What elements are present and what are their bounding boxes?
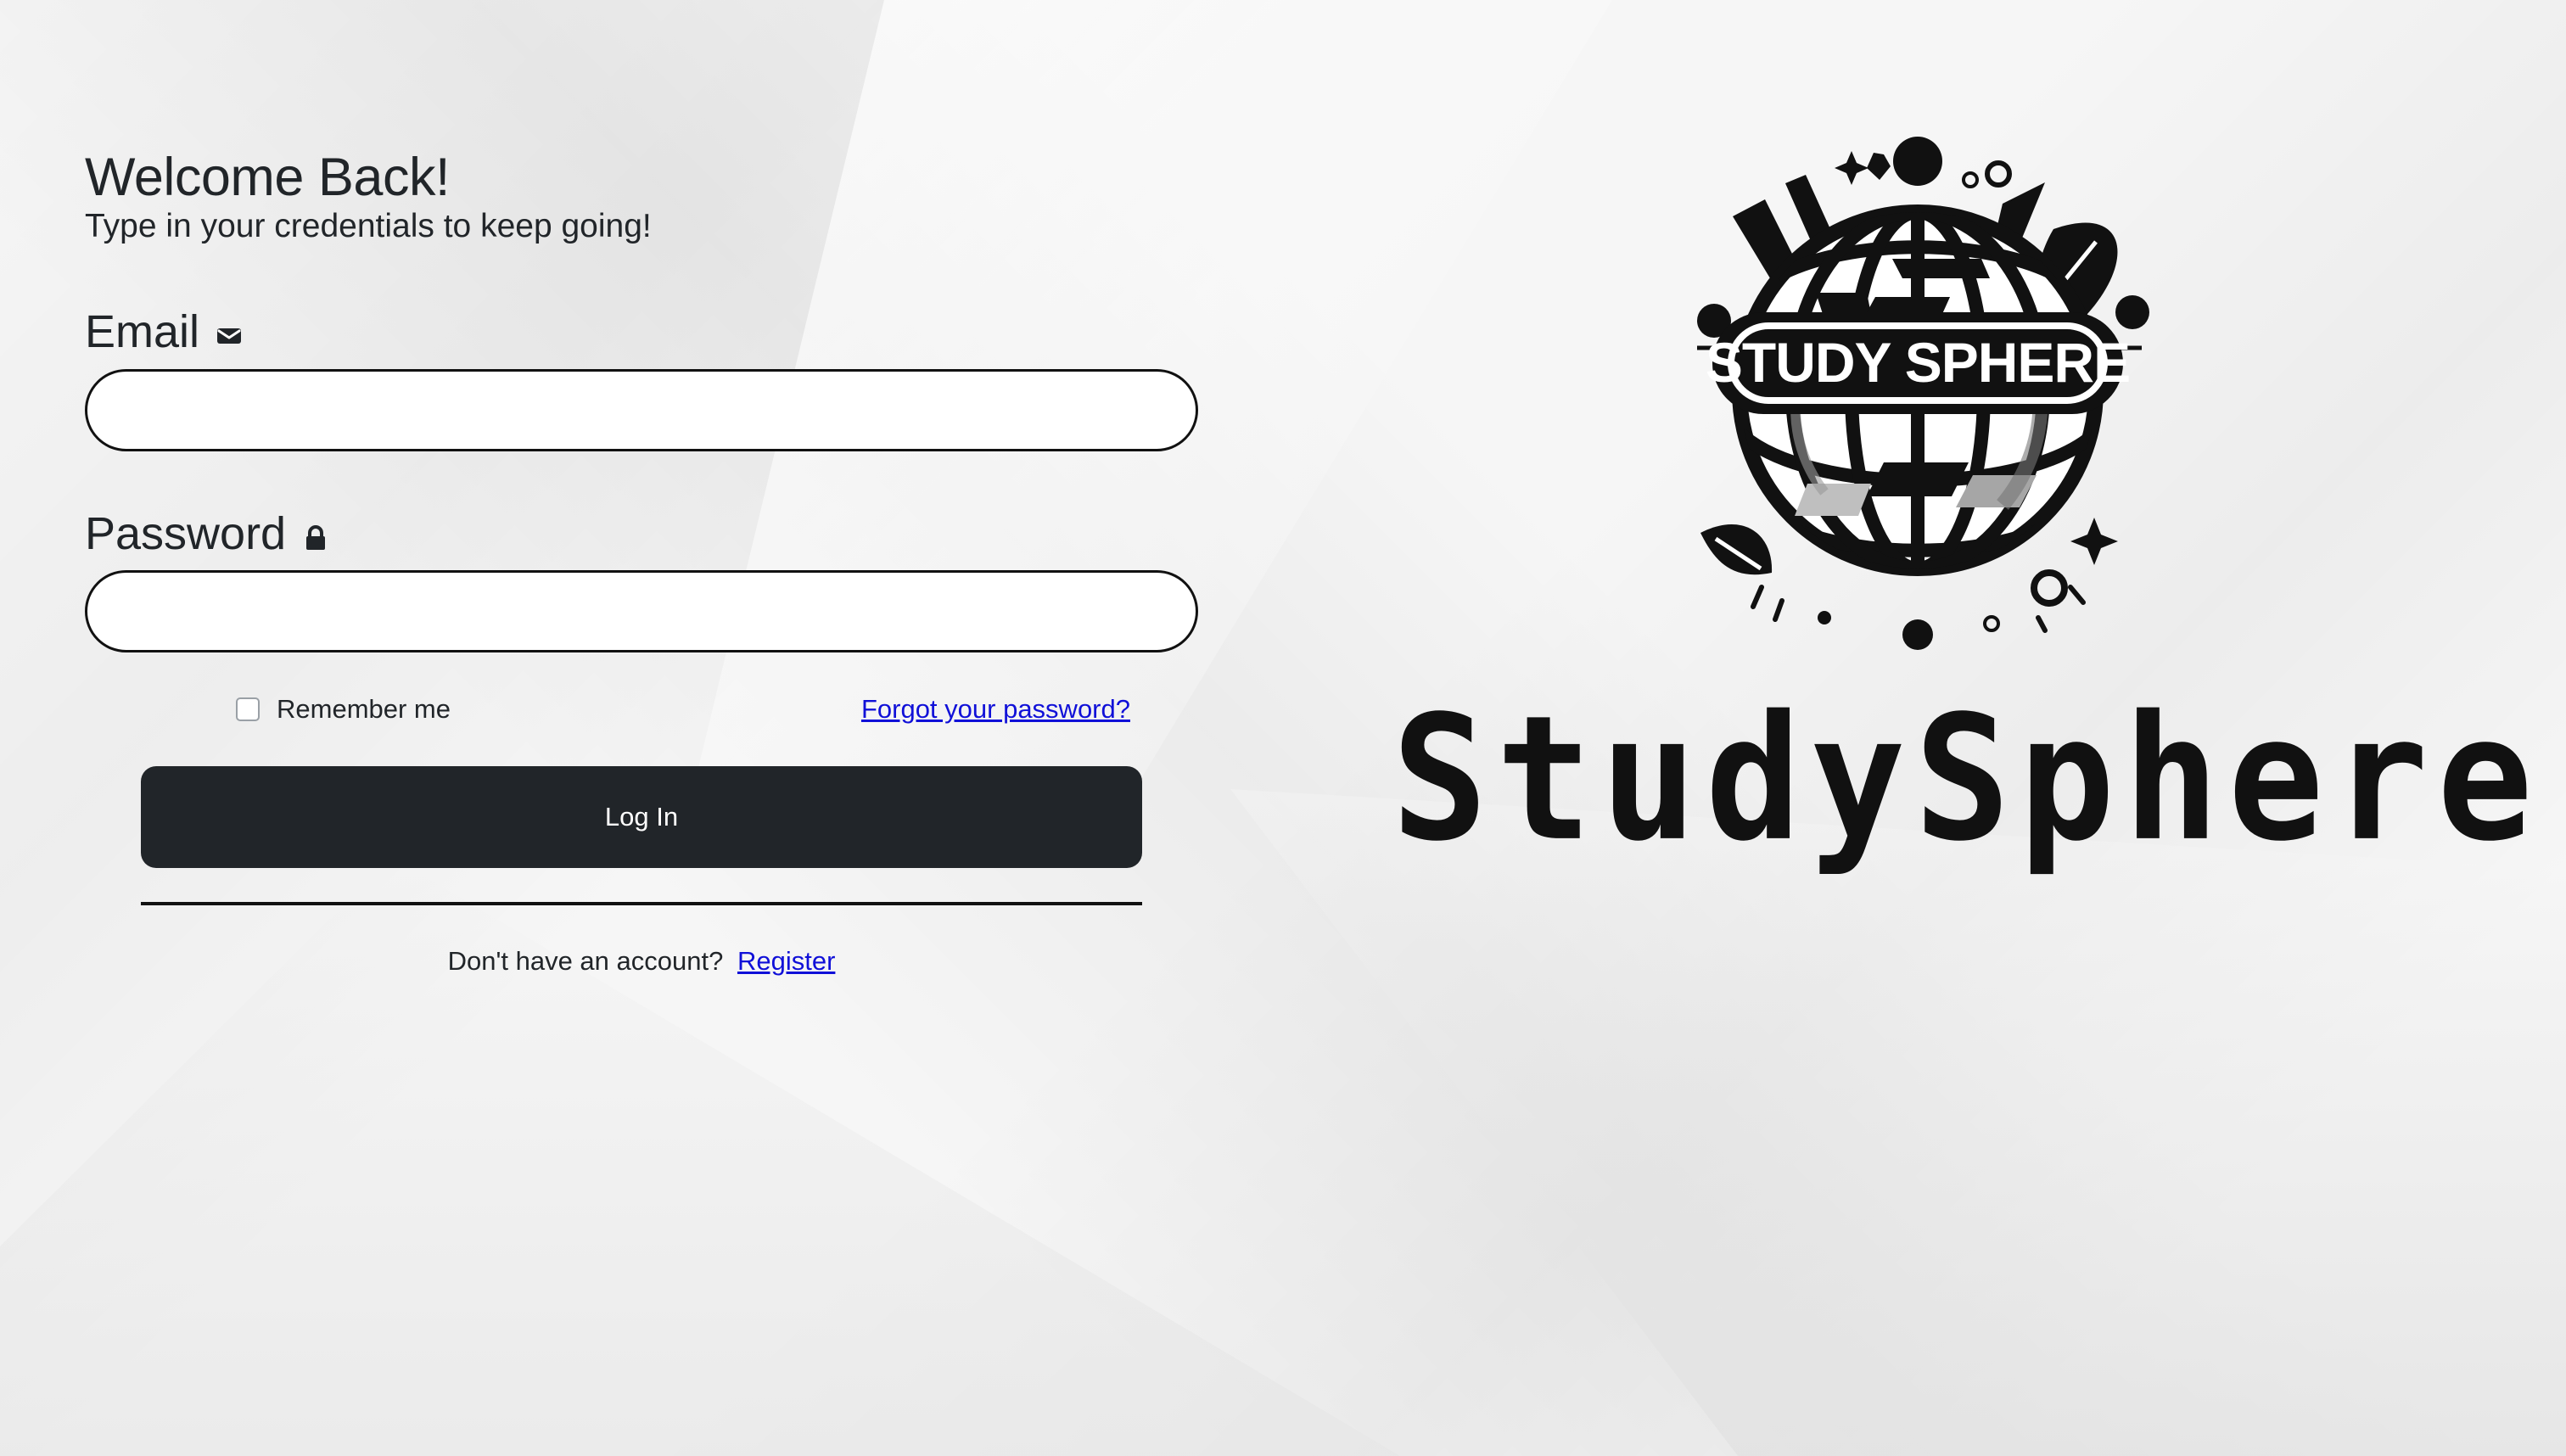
emblem-banner: STUDY SPHERE — [1706, 312, 2131, 414]
studysphere-emblem-logo: STUDY SPHERE — [1697, 137, 2149, 650]
password-label: Password — [85, 504, 330, 563]
remember-me-option[interactable]: Remember me — [236, 692, 451, 727]
email-input[interactable] — [85, 369, 1198, 451]
register-link[interactable]: Register — [737, 946, 835, 976]
remember-me-checkbox[interactable] — [236, 697, 260, 721]
remember-me-label: Remember me — [277, 694, 451, 724]
email-label: Email — [85, 302, 244, 361]
studysphere-wordmark: StudySphere — [1392, 679, 2542, 880]
register-prompt: Don't have an account? — [447, 946, 724, 976]
brand-panel: STUDY SPHERE StudySphere — [1392, 119, 2542, 882]
lock-icon — [301, 524, 330, 552]
emblem-text: STUDY SPHERE — [1706, 331, 2130, 394]
password-label-text: Password — [85, 508, 287, 559]
password-input[interactable] — [85, 570, 1198, 652]
forgot-password-link[interactable]: Forgot your password? — [861, 692, 1130, 727]
email-label-text: Email — [85, 306, 200, 357]
envelope-icon — [215, 322, 244, 350]
divider — [141, 902, 1142, 905]
welcome-title: Welcome Back! — [85, 148, 450, 207]
login-panel: Welcome Back! Type in your credentials t… — [85, 144, 1198, 1001]
login-options-row: Remember me Forgot your password? — [236, 692, 1130, 727]
register-row: Don't have an account? Register — [141, 944, 1142, 979]
background-shape-right — [1230, 789, 2566, 1456]
welcome-subtitle: Type in your credentials to keep going! — [85, 208, 652, 244]
login-button[interactable]: Log In — [141, 766, 1142, 868]
